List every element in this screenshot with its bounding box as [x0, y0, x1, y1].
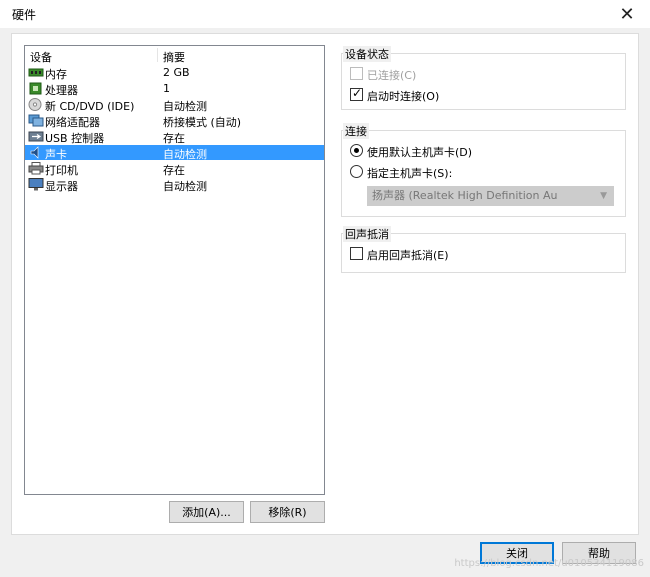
connect-on-start-checkbox[interactable]: ✓ — [350, 86, 363, 101]
column-divider[interactable] — [157, 48, 158, 62]
add-button[interactable]: 添加(A)... — [169, 501, 244, 523]
display-icon — [28, 178, 44, 191]
memory-icon — [28, 66, 44, 79]
device-summary: 自动检测 — [163, 148, 207, 161]
list-header: 设备 摘要 — [25, 46, 324, 64]
device-row-cd-dvd[interactable]: 新 CD/DVD (IDE) 自动检测 — [25, 97, 324, 113]
watermark-text: https://blog.csdn.net/u010534119086 — [454, 558, 644, 569]
use-default-radio[interactable] — [350, 144, 363, 157]
device-row-printer[interactable]: 打印机 存在 — [25, 161, 324, 177]
processor-icon — [28, 82, 44, 95]
specify-radio[interactable] — [350, 165, 363, 178]
connect-on-start-label: 启动时连接(O) — [367, 90, 440, 103]
chevron-down-icon: ▼ — [600, 191, 607, 201]
connection-title: 连接 — [343, 123, 369, 139]
device-row-sound-card[interactable]: 声卡 自动检测 — [25, 145, 324, 161]
title-bar: 硬件 ✕ — [0, 0, 650, 28]
host-sound-card-value: 扬声器 (Realtek High Definition Au — [372, 189, 558, 202]
device-name: 新 CD/DVD (IDE) — [45, 100, 135, 113]
device-summary: 存在 — [163, 164, 185, 177]
close-icon[interactable]: ✕ — [604, 0, 650, 28]
device-status-title: 设备状态 — [343, 46, 391, 62]
device-summary: 2 GB — [163, 66, 190, 79]
hardware-dialog: 硬件 ✕ 设备 摘要 内存 2 GB 处理器 1 新 CD/DVD (IDE) … — [0, 0, 650, 577]
device-name: 显示器 — [45, 180, 78, 193]
device-summary: 自动检测 — [163, 100, 207, 113]
window-title: 硬件 — [12, 8, 37, 22]
echo-cancel-title: 回声抵消 — [343, 226, 391, 242]
column-header-summary[interactable]: 摘要 — [163, 49, 185, 65]
device-summary: 自动检测 — [163, 180, 207, 193]
radio-dot-icon — [354, 148, 359, 153]
printer-icon — [28, 162, 44, 175]
specify-label: 指定主机声卡(S): — [367, 167, 453, 180]
device-name: 网络适配器 — [45, 116, 100, 129]
device-row-memory[interactable]: 内存 2 GB — [25, 65, 324, 81]
device-name: 处理器 — [45, 84, 78, 97]
device-row-processor[interactable]: 处理器 1 — [25, 81, 324, 97]
device-row-network-adapter[interactable]: 网络适配器 桥接模式 (自动) — [25, 113, 324, 129]
device-row-display[interactable]: 显示器 自动检测 — [25, 177, 324, 193]
column-header-device[interactable]: 设备 — [30, 49, 52, 65]
remove-button[interactable]: 移除(R) — [250, 501, 325, 523]
connected-checkbox[interactable] — [350, 67, 363, 80]
usb-icon — [28, 130, 44, 143]
device-list[interactable]: 设备 摘要 内存 2 GB 处理器 1 新 CD/DVD (IDE) 自动检测 — [24, 45, 325, 495]
device-name: USB 控制器 — [45, 132, 105, 145]
connected-label: 已连接(C) — [367, 69, 417, 82]
device-name: 声卡 — [45, 148, 67, 161]
device-row-usb[interactable]: USB 控制器 存在 — [25, 129, 324, 145]
device-summary: 桥接模式 (自动) — [163, 116, 242, 129]
device-name: 内存 — [45, 68, 67, 81]
network-adapter-icon — [28, 114, 44, 127]
host-sound-card-select[interactable]: 扬声器 (Realtek High Definition Au ▼ — [367, 186, 614, 206]
device-summary: 1 — [163, 82, 170, 95]
device-summary: 存在 — [163, 132, 185, 145]
echo-cancel-label: 启用回声抵消(E) — [367, 249, 449, 262]
sound-card-icon — [28, 146, 44, 159]
cd-dvd-icon — [28, 98, 44, 111]
check-icon: ✓ — [352, 86, 363, 100]
echo-cancel-checkbox[interactable] — [350, 247, 363, 260]
use-default-label: 使用默认主机声卡(D) — [367, 146, 473, 159]
device-name: 打印机 — [45, 164, 78, 177]
